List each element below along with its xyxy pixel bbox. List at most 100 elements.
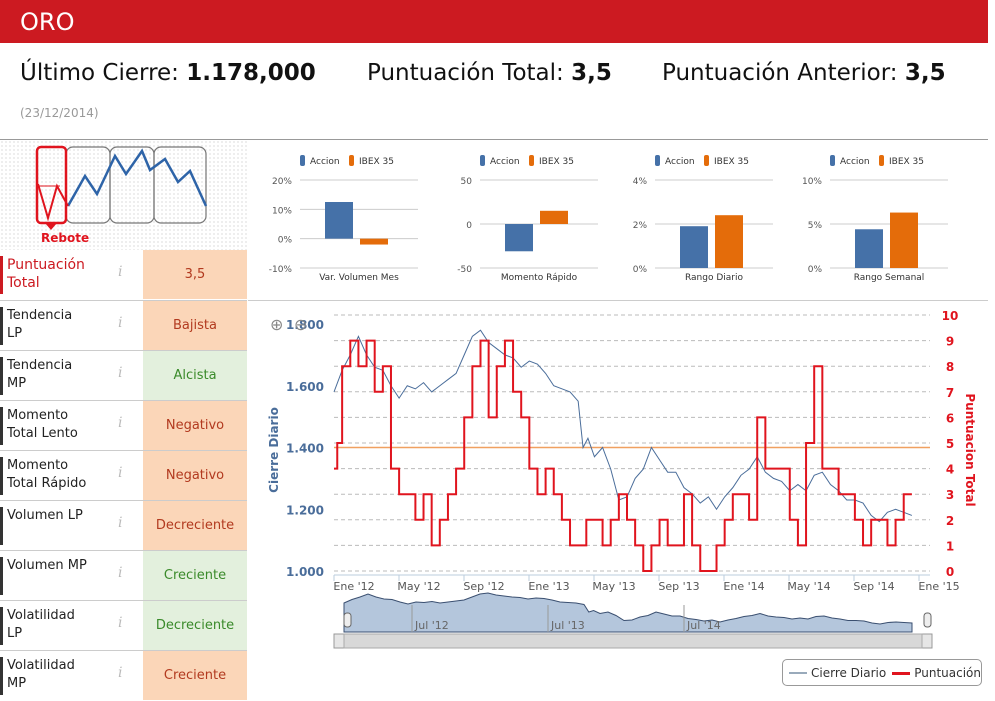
- price-score-chart: 1.8001.6001.4001.2001.000109876543210Cie…: [267, 309, 977, 649]
- indicator-row: Tendencia LP i Bajista: [0, 300, 247, 350]
- y2-tick-label: 5: [946, 437, 954, 451]
- last-close-value: 1.178,000: [186, 60, 316, 86]
- indicator-label: Momento Total Rápido: [0, 457, 90, 495]
- pattern-line: [66, 148, 208, 207]
- legend-label-ibex: IBEX 35: [359, 157, 394, 167]
- bar-ibex: [540, 210, 568, 224]
- indicator-value: Decreciente: [143, 601, 247, 650]
- y2-tick-label: 1: [946, 539, 954, 553]
- legend-item-price[interactable]: Cierre Diario: [789, 666, 886, 680]
- indicator-row: Tendencia MP i Alcista: [0, 350, 247, 400]
- y2-tick-label: 7: [946, 386, 954, 400]
- info-icon[interactable]: i: [118, 665, 122, 681]
- indicator-value: Creciente: [143, 651, 247, 700]
- info-icon[interactable]: i: [118, 315, 122, 331]
- indicator-label: Volatilidad MP: [0, 657, 90, 695]
- x-tick-label: May '13: [592, 580, 635, 593]
- chart-legend: Cierre Diario Puntuación: [782, 659, 982, 686]
- indicator-value: Creciente: [143, 551, 247, 600]
- navigator-handle-left[interactable]: [343, 612, 352, 628]
- y2-tick-label: 8: [946, 360, 954, 374]
- x-tick-label: May '14: [787, 580, 830, 593]
- y-tick-label: 20%: [272, 177, 292, 187]
- total-score-label: Puntuación Total:: [367, 60, 564, 86]
- y-tick-label: -10%: [269, 265, 293, 275]
- info-icon[interactable]: i: [118, 465, 122, 481]
- close-date: (23/12/2014): [20, 106, 99, 120]
- y2-tick-label: 10: [942, 309, 959, 323]
- info-icon[interactable]: i: [118, 615, 122, 631]
- legend-item-score[interactable]: Puntuación: [892, 666, 981, 680]
- legend-swatch-accion: [655, 155, 660, 166]
- y-tick-label: 50: [461, 177, 473, 187]
- legend-swatch: [892, 671, 911, 675]
- legend-label: Cierre Diario: [811, 665, 887, 680]
- info-icon[interactable]: i: [118, 264, 122, 280]
- total-score-value: 3,5: [571, 60, 612, 86]
- legend-swatch-ibex: [879, 155, 884, 166]
- last-close-label: Último Cierre:: [20, 60, 179, 86]
- legend-label-accion: Accion: [665, 157, 695, 167]
- indicator-label: Volumen LP: [0, 507, 90, 545]
- indicator-label: Puntuación Total: [0, 256, 100, 294]
- indicator-value: Bajista: [143, 301, 247, 350]
- indicator-row: Puntuación Total i 3,5: [0, 250, 247, 300]
- zoom-out-icon[interactable]: ⊖: [294, 315, 307, 334]
- y-tick-label: 0%: [808, 265, 823, 275]
- bar-ibex: [715, 215, 743, 268]
- y-tick-label: 2%: [633, 221, 648, 231]
- legend-swatch-accion: [830, 155, 835, 166]
- mini-bar-chart: Accion IBEX 35 4% 2% 0% Rango Diario: [633, 155, 773, 283]
- legend-label: Puntuación: [914, 665, 981, 680]
- scrollbar-thumb[interactable]: [343, 633, 923, 649]
- indicator-value: Negativo: [143, 401, 247, 450]
- legend-label-accion: Accion: [840, 157, 870, 167]
- score-series: [334, 339, 912, 572]
- legend-swatch-ibex: [349, 155, 354, 166]
- y-tick-label: 5%: [808, 221, 823, 231]
- zoom-in-icon[interactable]: ⊕: [270, 315, 283, 334]
- y-tick-label: 1.600: [286, 380, 324, 394]
- rebote-line: [37, 183, 69, 222]
- x-tick-label: Sep '14: [853, 580, 894, 593]
- indicator-row: Volumen MP i Creciente: [0, 550, 247, 600]
- y2-tick-label: 4: [946, 463, 954, 477]
- legend-label-ibex: IBEX 35: [714, 157, 749, 167]
- navigator-label: Jul '13: [550, 619, 585, 632]
- y-tick-label: 1.000: [286, 565, 324, 579]
- y2-tick-label: 2: [946, 514, 954, 528]
- price-series: [333, 329, 913, 523]
- info-icon[interactable]: i: [118, 415, 122, 431]
- legend-swatch-ibex: [704, 155, 709, 166]
- indicator-value: Alcista: [143, 351, 247, 400]
- indicator-label: Tendencia LP: [0, 307, 90, 345]
- divider: [248, 300, 988, 301]
- y-tick-label: 10%: [802, 177, 822, 187]
- mini-bar-chart: Accion IBEX 35 50 0 -50 Momento Rápido: [457, 155, 598, 283]
- info-icon[interactable]: i: [118, 515, 122, 531]
- y-tick-label: 10%: [272, 206, 292, 216]
- bar-accion: [325, 202, 353, 239]
- indicator-label: Volumen MP: [0, 557, 90, 595]
- bar-accion: [855, 229, 883, 268]
- chart-title: Momento Rápido: [501, 273, 578, 283]
- legend-label-ibex: IBEX 35: [889, 157, 924, 167]
- info-icon[interactable]: i: [118, 565, 122, 581]
- pattern-box: [153, 146, 207, 224]
- indicator-row: Volatilidad MP i Creciente: [0, 650, 247, 700]
- info-icon[interactable]: i: [118, 365, 122, 381]
- indicator-row: Volumen LP i Decreciente: [0, 500, 247, 550]
- x-tick-label: Sep '13: [658, 580, 699, 593]
- pattern-label: Rebote: [41, 231, 90, 245]
- indicator-row: Momento Total Rápido i Negativo: [0, 450, 247, 500]
- indicator-row: Momento Total Lento i Negativo: [0, 400, 247, 450]
- bar-accion: [680, 226, 708, 268]
- total-score: Puntuación Total: 3,5: [367, 60, 612, 86]
- navigator-handle-right[interactable]: [923, 612, 932, 628]
- y-tick-label: 1.400: [286, 442, 324, 456]
- indicator-row: Volatilidad LP i Decreciente: [0, 600, 247, 650]
- indicator-value: 3,5: [143, 250, 247, 299]
- y2-tick-label: 6: [946, 411, 954, 425]
- indicator-label: Tendencia MP: [0, 357, 90, 395]
- rebote-box: [35, 145, 68, 225]
